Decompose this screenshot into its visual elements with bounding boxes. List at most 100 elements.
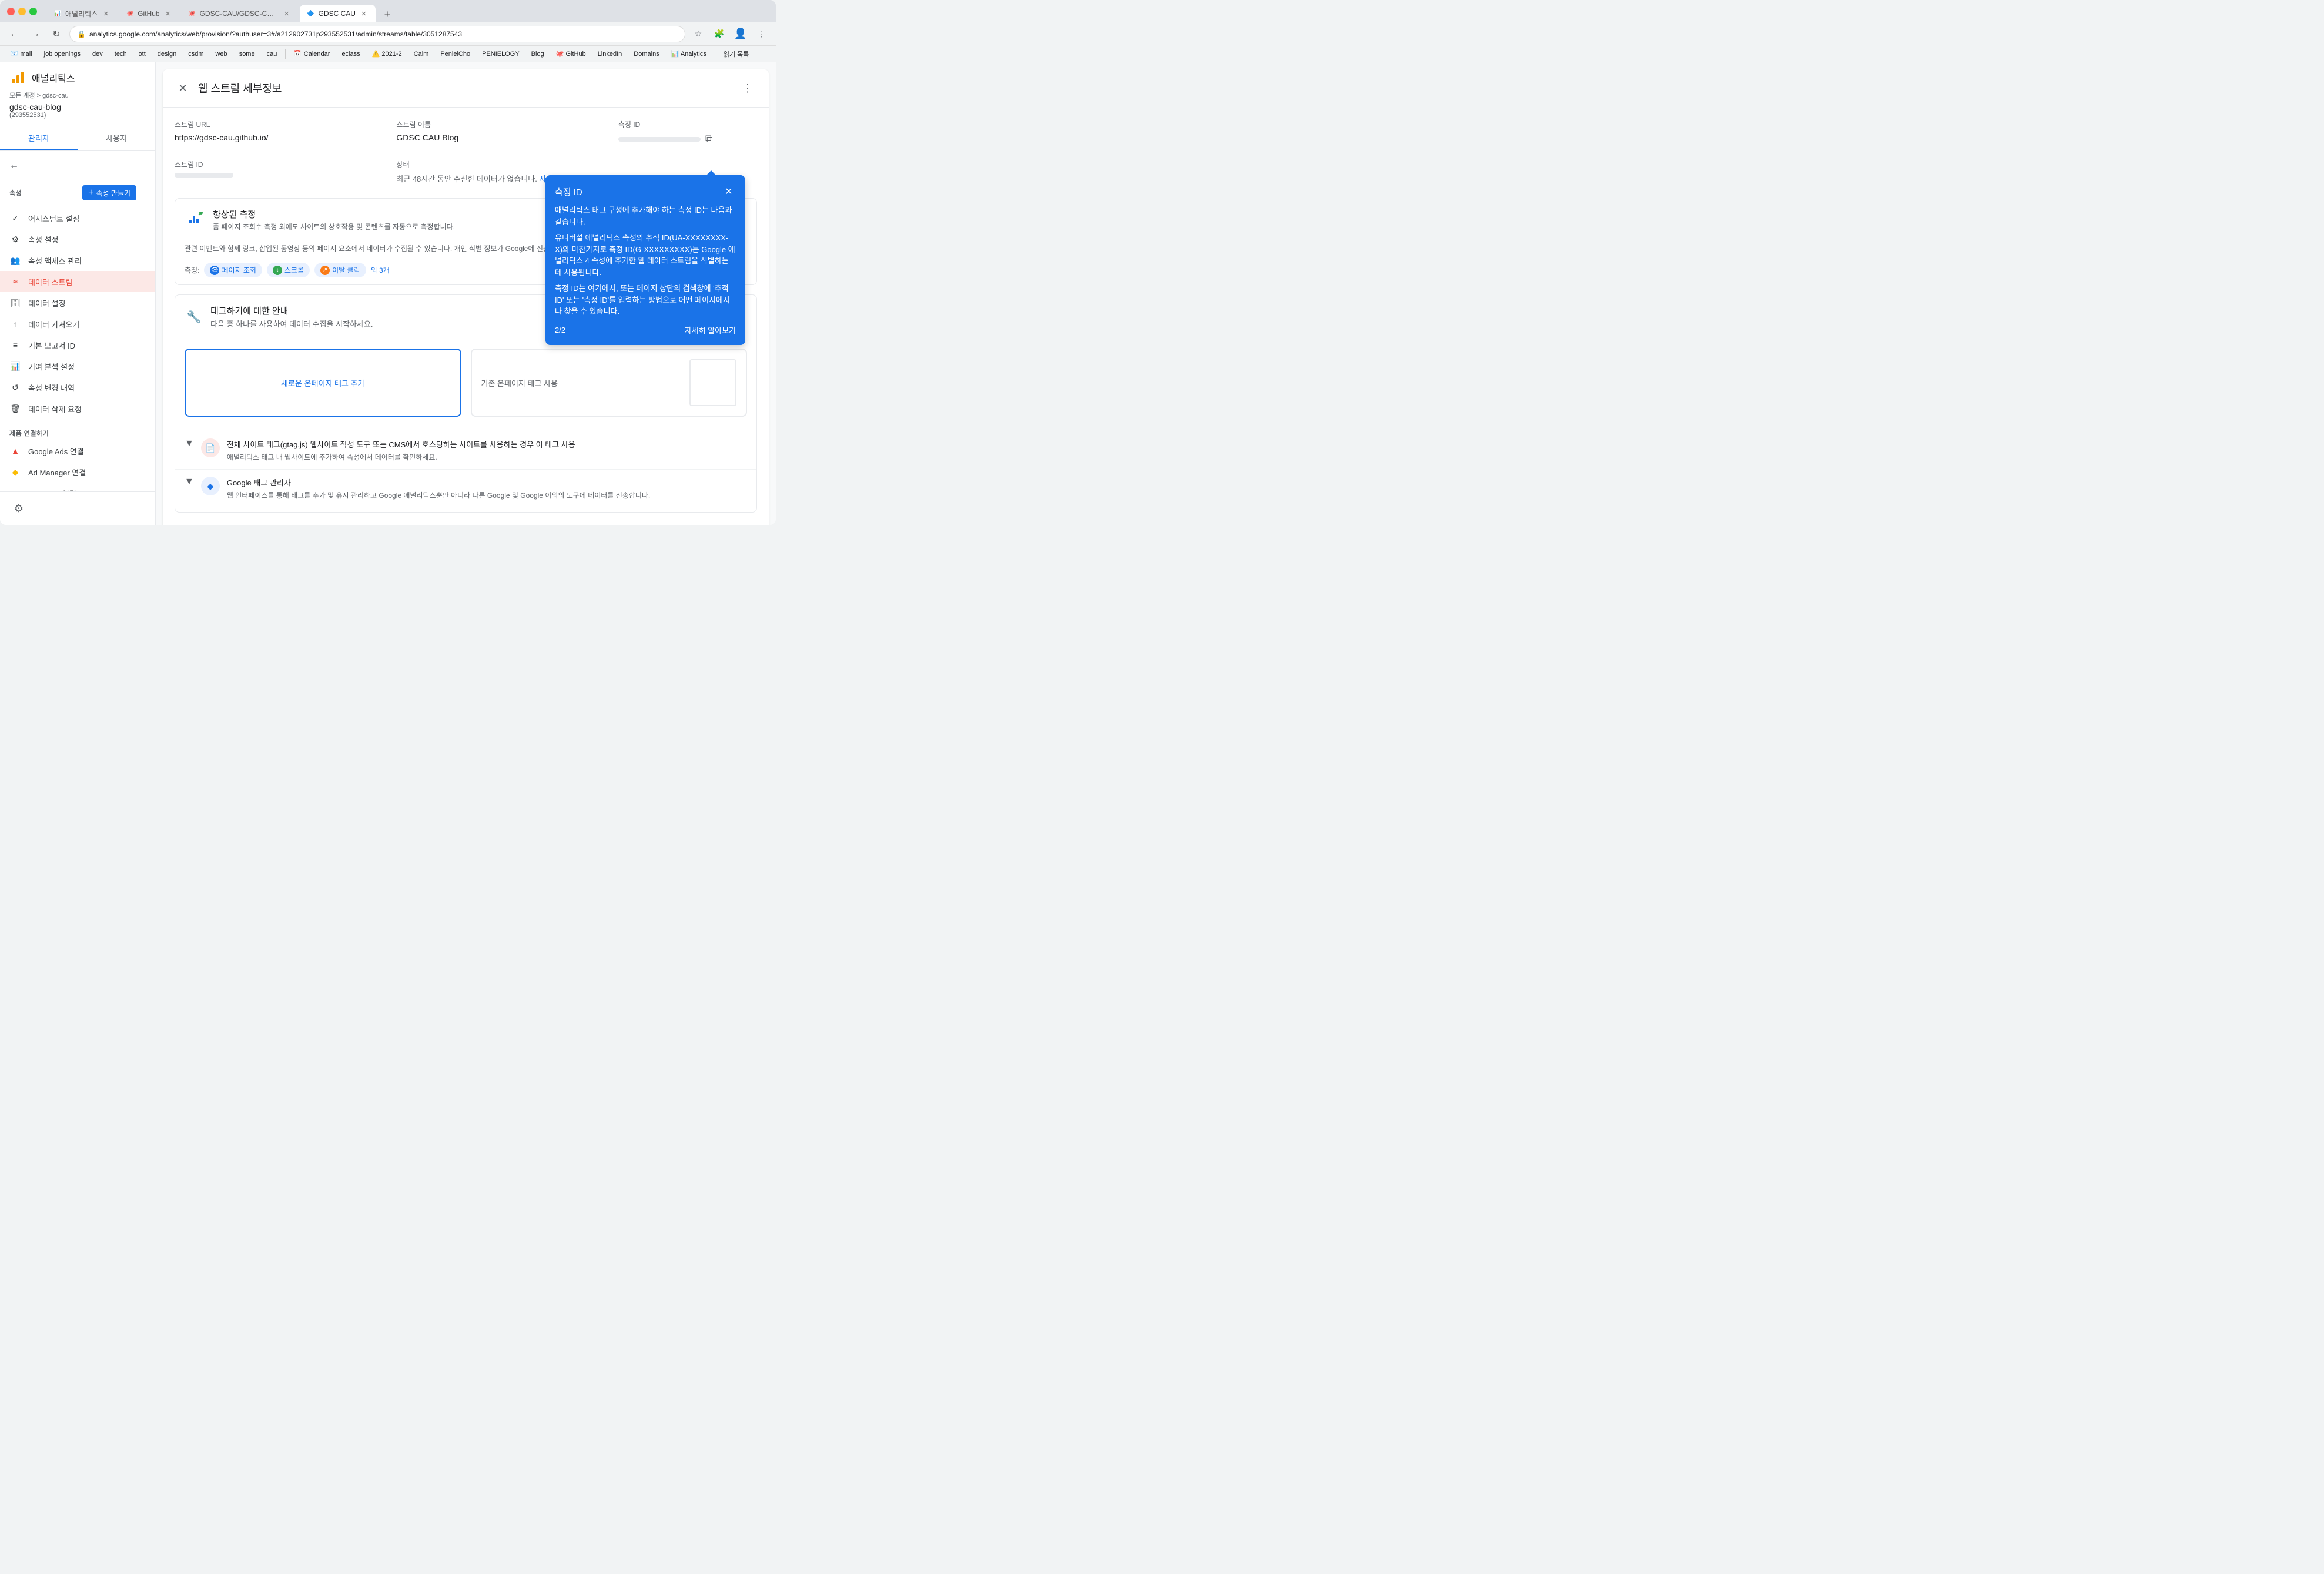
tab-label: 애널리틱스 [65,9,98,19]
bookmark-calm[interactable]: Calm [409,48,434,60]
measurement-id-item: 측정 ID ⧉ [618,119,757,145]
tagging-subtitle: 다음 중 하나를 사용하여 데이터 수집을 시작하세요. [210,318,373,329]
new-tab-button[interactable]: + [379,6,396,22]
gtag-desc: 애널리틱스 태그 내 웹사이트에 추가하여 속성에서 데이터를 확인하세요. [227,452,747,462]
sidebar-item-data-settings[interactable]: 🗄 데이터 설정 [0,292,155,313]
stream-id-placeholder [175,173,233,178]
expand-icon-gtm[interactable]: ▼ [185,477,194,487]
maximize-button[interactable] [29,8,37,15]
traffic-lights [7,8,37,15]
tab-favicon: 🔷 [307,9,315,18]
bookmark-2021-2[interactable]: ⚠️ 2021-2 [367,48,407,60]
bookmark-csdm[interactable]: csdm [183,48,208,60]
sidebar-item-access-management[interactable]: 👥 속성 액세스 관리 [0,250,155,271]
status-label: 상태 [396,159,594,169]
measurement-badge-pageview[interactable]: 👁 페이지 조회 [204,263,262,277]
extensions-button[interactable]: 🧩 [711,26,728,42]
bookmark-some[interactable]: some [235,48,260,60]
bookmark-tech[interactable]: tech [110,48,132,60]
new-tag-option[interactable]: 새로운 온페이지 태그 추가 [185,349,461,417]
scroll-label: 스크롤 [284,265,304,275]
sidebar-tab-admin[interactable]: 관리자 [0,126,78,150]
copy-measurement-id-button[interactable]: ⧉ [705,133,713,145]
tagging-title: 태그하기에 대한 안내 [210,304,373,317]
gtag-icon: 📄 [201,438,220,457]
back-button[interactable]: ← [6,26,22,42]
sidebar-item-property-settings[interactable]: ⚙ 속성 설정 [0,229,155,250]
measurements-label: 측정: [185,265,199,275]
bookmark-linkedin[interactable]: LinkedIn [593,48,627,60]
tooltip-popup: 측정 ID ✕ 애널리틱스 태그 구성에 추가해야 하는 측정 ID는 다음과 … [545,175,745,345]
back-nav[interactable]: ← [0,156,155,176]
measurement-badge-scroll[interactable]: ↕ 스크롤 [267,263,310,277]
gtag-content: 전체 사이트 태그(gtag.js) 웹사이트 작성 도구 또는 CMS에서 호… [227,438,747,462]
tab-gdsc-cau[interactable]: 🔷 GDSC CAU ✕ [300,5,376,22]
bookmark-penielcho[interactable]: PenielCho [436,48,475,60]
bookmark-reading-list[interactable]: 읽기 목록 [719,48,754,60]
bookmark-domains[interactable]: Domains [629,48,664,60]
bookmark-star-button[interactable]: ☆ [690,26,706,42]
sidebar-item-property-change[interactable]: ↺ 속성 변경 내역 [0,377,155,398]
bookmark-dev[interactable]: dev [88,48,108,60]
bookmark-web[interactable]: web [211,48,232,60]
tab-close[interactable]: ✕ [101,9,110,18]
additional-settings-title: 추가 설정 [175,522,757,525]
more-measurements-link[interactable]: 외 3개 [371,265,390,275]
tooltip-close-button[interactable]: ✕ [722,185,736,199]
tooltip-body-line3: 측정 ID는 여기에서, 또는 페이지 상단의 검색창에 '추적 ID' 또는 … [555,283,736,317]
sidebar-item-report-id[interactable]: ≡ 기본 보고서 ID [0,334,155,356]
new-tag-label: 새로운 온페이지 태그 추가 [281,377,364,389]
measurement-badge-outclick[interactable]: ↗ 이탈 클릭 [314,263,366,277]
minimize-button[interactable] [18,8,26,15]
logo-bar2 [16,75,19,83]
settings-button[interactable]: ⚙ [9,499,28,518]
bookmark-penielogy[interactable]: PENIELOGY [477,48,524,60]
tab-analytics[interactable]: 📊 애널리틱스 ✕ [46,5,118,22]
tab-gdsc-cau-github[interactable]: 🐙 GDSC-CAU/GDSC-CAU.githu... ✕ [181,5,299,22]
bookmark-separator [285,49,286,59]
stream-url-item: 스트림 URL https://gdsc-cau.github.io/ [175,119,373,145]
sidebar-tab-user[interactable]: 사용자 [78,126,155,150]
analytics-icon: 📊 [9,360,21,372]
add-property-button[interactable]: + 속성 만들기 [82,185,136,200]
sidebar-item-bigquery[interactable]: ◉ BigQuery 연결 [0,483,155,491]
forward-button[interactable]: → [27,26,43,42]
sidebar-item-data-delete[interactable]: 🗑 데이터 삭제 요청 [0,398,155,419]
address-bar[interactable]: 🔒 analytics.google.com/analytics/web/pro… [69,26,685,42]
bookmark-job-openings[interactable]: job openings [39,48,85,60]
outclick-icon: ↗ [320,266,330,275]
reload-button[interactable]: ↻ [48,26,65,42]
bookmark-calendar[interactable]: 📅 Calendar [289,48,334,60]
panel-more-button[interactable]: ⋮ [738,79,757,98]
tooltip-learn-more-link[interactable]: 자세히 알아보기 [685,324,736,336]
existing-tag-option[interactable]: 기존 온페이지 태그 사용 [471,349,748,417]
sidebar-label-data-settings: 데이터 설정 [28,297,65,309]
gtm-content: Google 태그 관리자 웹 인터페이스를 통해 태그를 추가 및 유지 관리… [227,477,747,500]
profile-button[interactable]: 👤 [732,26,749,42]
bookmark-analytics[interactable]: 📊 Analytics [667,48,711,60]
bookmark-mail[interactable]: 📧 mail [6,48,37,60]
sidebar-label-analysis-settings: 기여 분석 설정 [28,361,75,372]
sidebar-item-data-import[interactable]: ↑ 데이터 가져오기 [0,313,155,334]
tab-github[interactable]: 🐙 GitHub ✕ [119,5,179,22]
bookmark-blog[interactable]: Blog [527,48,549,60]
tab-close[interactable]: ✕ [163,9,173,18]
bookmark-github[interactable]: 🐙 GitHub [551,48,591,60]
panel-close-button[interactable]: ✕ [175,80,191,96]
tab-close[interactable]: ✕ [282,9,292,18]
expand-icon[interactable]: ▼ [185,438,194,449]
bookmark-ott[interactable]: ott [134,48,150,60]
sidebar-item-data-stream[interactable]: ≈ 데이터 스트림 [0,271,155,292]
stream-name-value: GDSC CAU Blog [396,133,594,142]
bookmark-cau[interactable]: cau [262,48,282,60]
menu-button[interactable]: ⋮ [754,26,770,42]
report-icon: ≡ [9,339,21,351]
sidebar-item-ad-manager[interactable]: ◆ Ad Manager 연결 [0,461,155,483]
sidebar-item-google-ads[interactable]: ▲ Google Ads 연결 [0,440,155,461]
sidebar-item-assistant[interactable]: ✓ 어시스턴트 설정 [0,207,155,229]
sidebar-item-analysis-settings[interactable]: 📊 기여 분석 설정 [0,356,155,377]
tab-close[interactable]: ✕ [359,9,369,18]
close-button[interactable] [7,8,15,15]
bookmark-design[interactable]: design [153,48,181,60]
bookmark-eclass[interactable]: eclass [337,48,364,60]
